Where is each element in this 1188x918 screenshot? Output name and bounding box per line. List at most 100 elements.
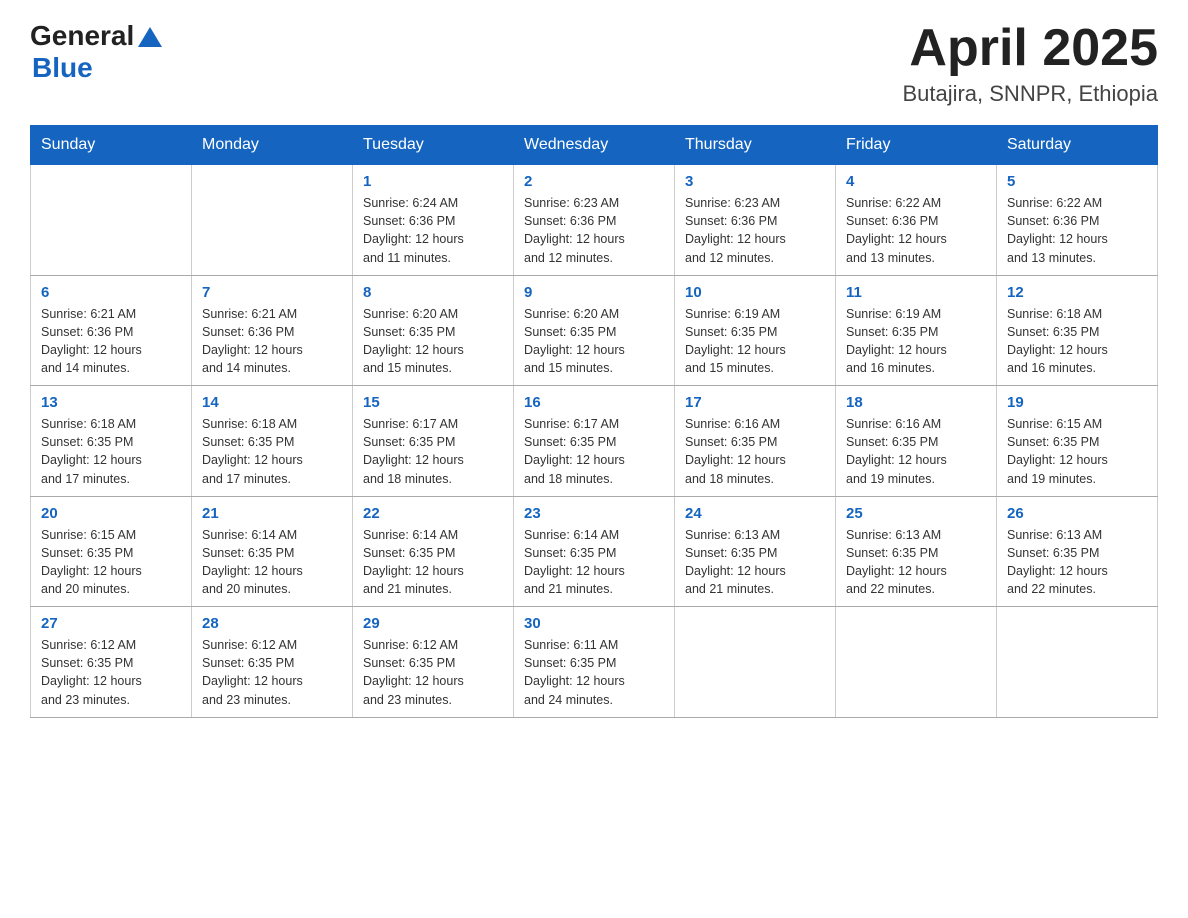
day-info: Sunrise: 6:21 AM Sunset: 6:36 PM Dayligh…	[202, 305, 342, 378]
day-info: Sunrise: 6:15 AM Sunset: 6:35 PM Dayligh…	[1007, 415, 1147, 488]
logo-blue-text: Blue	[32, 52, 93, 83]
calendar-cell: 9Sunrise: 6:20 AM Sunset: 6:35 PM Daylig…	[514, 275, 675, 386]
calendar-cell: 21 Sunrise: 6:14 AM Sunset: 6:35 PM Dayli…	[192, 496, 353, 607]
day-info: Sunrise: 6:13 AM Sunset: 6:35 PM Dayligh…	[685, 526, 825, 599]
calendar-cell: 18 Sunrise: 6:16 AM Sunset: 6:35 PM Dayli…	[836, 386, 997, 497]
day-info: Sunrise: 6:18 AM Sunset: 6:35 PM Dayligh…	[202, 415, 342, 488]
day-number: 14	[202, 394, 342, 411]
calendar-cell	[192, 165, 353, 276]
logo: General Blue	[30, 20, 164, 84]
weekday-header-row: SundayMondayTuesdayWednesdayThursdayFrid…	[31, 126, 1158, 165]
calendar-cell: 23 Sunrise: 6:14 AM Sunset: 6:35 PM Dayli…	[514, 496, 675, 607]
calendar-cell	[997, 607, 1158, 718]
day-number: 20	[41, 505, 181, 522]
day-number: 5	[1007, 173, 1147, 190]
day-number: 30	[524, 615, 664, 632]
weekday-header-tuesday: Tuesday	[353, 126, 514, 165]
day-info: Sunrise: 6:17 AM Sunset: 6:35 PM Dayligh…	[363, 415, 503, 488]
day-number: 23	[524, 505, 664, 522]
day-info: Sunrise: 6:18 AM Sunset: 6:35 PM Dayligh…	[41, 415, 181, 488]
calendar-cell: 2 Sunrise: 6:23 AM Sunset: 6:36 PM Daylig…	[514, 165, 675, 276]
day-info: Sunrise: 6:17 AM Sunset: 6:35 PM Dayligh…	[524, 415, 664, 488]
day-info: Sunrise: 6:20 AM Sunset: 6:35 PM Dayligh…	[363, 305, 503, 378]
calendar-week-row: 27 Sunrise: 6:12 AM Sunset: 6:35 PM Dayli…	[31, 607, 1158, 718]
calendar-cell: 16 Sunrise: 6:17 AM Sunset: 6:35 PM Dayli…	[514, 386, 675, 497]
day-number: 27	[41, 615, 181, 632]
calendar-cell: 28Sunrise: 6:12 AM Sunset: 6:35 PM Dayli…	[192, 607, 353, 718]
weekday-header-friday: Friday	[836, 126, 997, 165]
calendar-cell: 4 Sunrise: 6:22 AM Sunset: 6:36 PM Daylig…	[836, 165, 997, 276]
day-number: 9	[524, 284, 664, 301]
calendar-cell: 17 Sunrise: 6:16 AM Sunset: 6:35 PM Dayli…	[675, 386, 836, 497]
title-area: April 2025 Butajira, SNNPR, Ethiopia	[902, 20, 1158, 107]
day-info: Sunrise: 6:14 AM Sunset: 6:35 PM Dayligh…	[524, 526, 664, 599]
calendar-cell	[31, 165, 192, 276]
day-number: 25	[846, 505, 986, 522]
calendar-cell: 5 Sunrise: 6:22 AM Sunset: 6:36 PM Daylig…	[997, 165, 1158, 276]
day-info: Sunrise: 6:19 AM Sunset: 6:35 PM Dayligh…	[846, 305, 986, 378]
calendar-cell: 20 Sunrise: 6:15 AM Sunset: 6:35 PM Dayli…	[31, 496, 192, 607]
day-info: Sunrise: 6:22 AM Sunset: 6:36 PM Dayligh…	[1007, 194, 1147, 267]
day-number: 10	[685, 284, 825, 301]
day-number: 2	[524, 173, 664, 190]
calendar-cell: 15 Sunrise: 6:17 AM Sunset: 6:35 PM Dayli…	[353, 386, 514, 497]
calendar-cell	[675, 607, 836, 718]
day-info: Sunrise: 6:13 AM Sunset: 6:35 PM Dayligh…	[846, 526, 986, 599]
calendar-cell: 10 Sunrise: 6:19 AM Sunset: 6:35 PM Dayli…	[675, 275, 836, 386]
calendar-cell: 1 Sunrise: 6:24 AM Sunset: 6:36 PM Daylig…	[353, 165, 514, 276]
day-number: 19	[1007, 394, 1147, 411]
calendar-cell	[836, 607, 997, 718]
day-number: 28	[202, 615, 342, 632]
day-info: Sunrise: 6:14 AM Sunset: 6:35 PM Dayligh…	[202, 526, 342, 599]
calendar-cell: 6 Sunrise: 6:21 AM Sunset: 6:36 PM Daylig…	[31, 275, 192, 386]
day-number: 12	[1007, 284, 1147, 301]
day-number: 17	[685, 394, 825, 411]
calendar-cell: 14 Sunrise: 6:18 AM Sunset: 6:35 PM Dayli…	[192, 386, 353, 497]
day-info: Sunrise: 6:22 AM Sunset: 6:36 PM Dayligh…	[846, 194, 986, 267]
calendar-cell: 22 Sunrise: 6:14 AM Sunset: 6:35 PM Dayli…	[353, 496, 514, 607]
day-number: 1	[363, 173, 503, 190]
calendar-cell: 13Sunrise: 6:18 AM Sunset: 6:35 PM Dayli…	[31, 386, 192, 497]
calendar-cell: 19 Sunrise: 6:15 AM Sunset: 6:35 PM Dayli…	[997, 386, 1158, 497]
day-info: Sunrise: 6:12 AM Sunset: 6:35 PM Dayligh…	[363, 636, 503, 709]
calendar-cell: 12Sunrise: 6:18 AM Sunset: 6:35 PM Dayli…	[997, 275, 1158, 386]
day-number: 21	[202, 505, 342, 522]
day-number: 16	[524, 394, 664, 411]
day-number: 6	[41, 284, 181, 301]
calendar-cell: 25 Sunrise: 6:13 AM Sunset: 6:35 PM Dayli…	[836, 496, 997, 607]
calendar-cell: 29Sunrise: 6:12 AM Sunset: 6:35 PM Dayli…	[353, 607, 514, 718]
logo-triangle-icon	[136, 23, 164, 51]
calendar-cell: 7Sunrise: 6:21 AM Sunset: 6:36 PM Daylig…	[192, 275, 353, 386]
day-info: Sunrise: 6:16 AM Sunset: 6:35 PM Dayligh…	[685, 415, 825, 488]
day-info: Sunrise: 6:19 AM Sunset: 6:35 PM Dayligh…	[685, 305, 825, 378]
day-info: Sunrise: 6:11 AM Sunset: 6:35 PM Dayligh…	[524, 636, 664, 709]
day-number: 15	[363, 394, 503, 411]
page-header: General Blue April 2025 Butajira, SNNPR,…	[30, 20, 1158, 107]
day-info: Sunrise: 6:21 AM Sunset: 6:36 PM Dayligh…	[41, 305, 181, 378]
calendar-cell: 30 Sunrise: 6:11 AM Sunset: 6:35 PM Dayli…	[514, 607, 675, 718]
weekday-header-wednesday: Wednesday	[514, 126, 675, 165]
day-number: 22	[363, 505, 503, 522]
calendar-cell: 8Sunrise: 6:20 AM Sunset: 6:35 PM Daylig…	[353, 275, 514, 386]
day-number: 11	[846, 284, 986, 301]
weekday-header-saturday: Saturday	[997, 126, 1158, 165]
day-number: 18	[846, 394, 986, 411]
calendar-cell: 26Sunrise: 6:13 AM Sunset: 6:35 PM Dayli…	[997, 496, 1158, 607]
day-number: 4	[846, 173, 986, 190]
day-number: 3	[685, 173, 825, 190]
calendar-cell: 3Sunrise: 6:23 AM Sunset: 6:36 PM Daylig…	[675, 165, 836, 276]
day-info: Sunrise: 6:24 AM Sunset: 6:36 PM Dayligh…	[363, 194, 503, 267]
day-info: Sunrise: 6:23 AM Sunset: 6:36 PM Dayligh…	[524, 194, 664, 267]
day-info: Sunrise: 6:13 AM Sunset: 6:35 PM Dayligh…	[1007, 526, 1147, 599]
day-info: Sunrise: 6:15 AM Sunset: 6:35 PM Dayligh…	[41, 526, 181, 599]
weekday-header-monday: Monday	[192, 126, 353, 165]
day-info: Sunrise: 6:12 AM Sunset: 6:35 PM Dayligh…	[41, 636, 181, 709]
calendar-week-row: 1 Sunrise: 6:24 AM Sunset: 6:36 PM Daylig…	[31, 165, 1158, 276]
day-info: Sunrise: 6:16 AM Sunset: 6:35 PM Dayligh…	[846, 415, 986, 488]
weekday-header-thursday: Thursday	[675, 126, 836, 165]
month-title: April 2025	[902, 20, 1158, 77]
logo-general-text: General	[30, 20, 134, 52]
calendar-cell: 11 Sunrise: 6:19 AM Sunset: 6:35 PM Dayli…	[836, 275, 997, 386]
calendar-week-row: 20 Sunrise: 6:15 AM Sunset: 6:35 PM Dayli…	[31, 496, 1158, 607]
day-info: Sunrise: 6:14 AM Sunset: 6:35 PM Dayligh…	[363, 526, 503, 599]
